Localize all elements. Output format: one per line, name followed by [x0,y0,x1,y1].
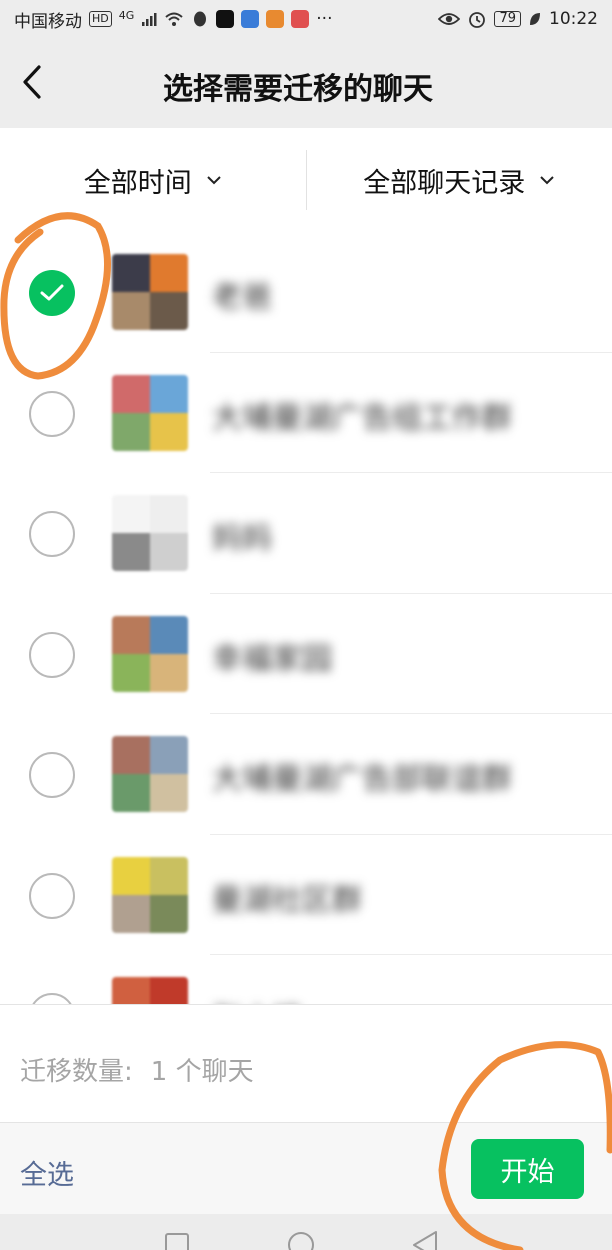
chat-name: 老爸 [212,280,272,315]
chat-name: 妈妈 [212,521,272,556]
avatar [112,977,188,1004]
start-button[interactable]: 开始 [471,1139,584,1199]
page-title: 选择需要迁移的聊天 [163,72,433,107]
status-left: 中国移动 HD 4G ··· [14,7,333,32]
leaf-icon [530,13,540,25]
migration-count: 迁移数量: 1 个聊天 [20,1051,254,1088]
clock-label: 10:22 [549,9,598,29]
selection-checkbox[interactable] [29,390,75,437]
avatar [112,374,188,451]
selection-checkbox[interactable] [29,511,75,557]
chat-row[interactable]: 大埔曼湖广告部联谊群 [0,714,612,835]
status-right: 79 10:22 [438,9,598,29]
migration-summary: 迁移数量: 1 个聊天 [0,1004,612,1122]
chat-name: 大埔曼湖广告组工作群 [212,400,512,436]
selection-checkbox[interactable] [29,993,75,1004]
chat-name: 张小姐 [212,995,302,1004]
signal-icon [142,13,157,26]
chat-row[interactable]: 妈妈 [0,473,612,594]
selection-checkbox[interactable] [29,270,75,316]
selection-checkbox[interactable] [29,872,75,919]
chevron-down-icon [207,176,221,185]
records-filter-label: 全部聊天记录 [363,167,526,199]
select-all-button[interactable]: 全选 [20,1153,74,1192]
tiktok-icon [216,10,235,28]
carrier-label: 中国移动 [14,11,82,32]
chevron-down-icon [540,176,554,185]
app-icon [266,10,285,28]
system-nav-icons [165,1231,437,1250]
time-filter-label: 全部时间 [83,167,192,199]
avatar [112,856,188,933]
records-filter-dropdown[interactable]: 全部聊天记录 [307,128,612,232]
time-filter-dropdown[interactable]: 全部时间 [0,128,306,232]
eye-icon [438,13,461,25]
hd-icon: HD [89,11,112,27]
app-icon [241,10,260,28]
chat-row[interactable]: 张小姐 [0,955,612,1004]
chat-row[interactable]: 老爸 [0,232,612,353]
home-icon[interactable] [288,1232,314,1250]
chat-row[interactable]: 幸福家园 [0,594,612,715]
wifi-icon [165,12,183,26]
selection-checkbox[interactable] [29,631,75,678]
avatar [112,495,188,571]
avatar [112,736,188,812]
back-nav-icon[interactable] [413,1231,437,1250]
chat-name: 幸福家园 [212,641,332,677]
migration-count-label: 迁移数量: [20,1057,133,1087]
qq-icon [194,11,207,27]
network-label: 4G [118,8,135,22]
battery-icon: 79 [494,11,521,27]
chat-name: 大埔曼湖广告部联谊群 [212,762,512,797]
status-bar: 中国移动 HD 4G ··· 79 10:22 [0,0,612,38]
chat-list: 老爸 大埔曼湖广告组工作群 妈妈 幸福家园 大埔曼湖广告部联谊群 曼湖社区群 张… [0,232,612,1004]
filter-bar: 全部时间 全部聊天记录 [0,128,612,232]
avatar [112,254,188,330]
system-nav-bar [0,1214,612,1250]
alarm-icon [469,12,486,28]
app-icon [291,10,310,28]
chat-name: 曼湖社区群 [212,882,362,918]
chat-row[interactable]: 大埔曼湖广告组工作群 [0,353,612,474]
chat-row[interactable]: 曼湖社区群 [0,835,612,956]
action-bar: 全选 开始 [0,1122,612,1214]
nav-bar: 选择需要迁移的聊天 [0,38,612,128]
avatar [112,615,188,692]
more-icon: ··· [316,9,333,29]
checkmark-icon [40,284,64,301]
migration-count-value: 1 个聊天 [150,1057,254,1087]
recent-apps-icon[interactable] [165,1233,189,1250]
selection-checkbox[interactable] [29,752,75,798]
